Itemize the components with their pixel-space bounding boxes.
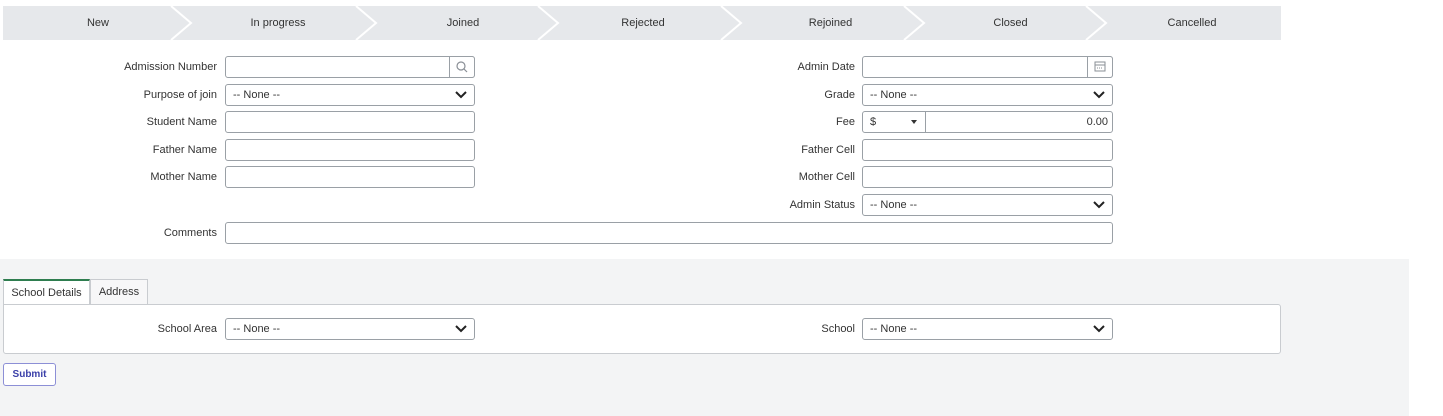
purpose-select[interactable]: -- None -- — [225, 84, 475, 106]
chevron-down-icon — [455, 325, 467, 333]
mother-name-label: Mother Name — [150, 171, 217, 183]
stage-in-progress[interactable]: In progress — [188, 6, 368, 40]
fee-label: Fee — [836, 116, 855, 128]
fee-amount-value: 0.00 — [1086, 116, 1108, 128]
purpose-label: Purpose of join — [143, 89, 217, 101]
mother-name-input[interactable] — [225, 166, 475, 188]
chevron-down-icon — [455, 91, 467, 99]
admin-status-select[interactable]: -- None -- — [862, 194, 1113, 216]
admin-date-input[interactable] — [862, 56, 1113, 78]
chevron-down-icon — [1093, 91, 1105, 99]
admission-number-label: Admission Number — [124, 61, 217, 73]
admin-status-label: Admin Status — [789, 199, 855, 211]
father-cell-input[interactable] — [862, 139, 1113, 161]
father-cell-label: Father Cell — [801, 144, 855, 156]
comments-label: Comments — [163, 227, 217, 239]
mother-cell-label: Mother Cell — [798, 171, 855, 183]
comments-input[interactable] — [225, 222, 1113, 244]
admin-date-label: Admin Date — [797, 61, 855, 73]
school-select[interactable]: -- None -- — [862, 318, 1113, 340]
grade-select[interactable]: -- None -- — [862, 84, 1113, 106]
school-label: School — [821, 323, 855, 335]
fee-currency-value: $ — [870, 116, 877, 128]
fee-currency-select[interactable]: $ — [862, 111, 926, 133]
stage-cancelled[interactable]: Cancelled — [1103, 6, 1281, 40]
father-name-label: Father Name — [152, 144, 217, 156]
school-area-select-value: -- None -- — [233, 323, 281, 335]
admission-lookup-button[interactable] — [449, 56, 475, 78]
admission-number-input[interactable] — [225, 56, 475, 78]
search-icon — [456, 61, 468, 73]
fee-amount-input[interactable]: 0.00 — [925, 111, 1113, 133]
stage-rejected[interactable]: Rejected — [553, 6, 733, 40]
chevron-down-icon — [1093, 325, 1105, 333]
father-name-input[interactable] — [225, 139, 475, 161]
grade-select-value: -- None -- — [870, 89, 918, 101]
stage-closed[interactable]: Closed — [918, 6, 1103, 40]
progress-stage-bar: New In progress Joined Rejected Rejoined… — [3, 6, 1281, 40]
student-name-label: Student Name — [146, 116, 217, 128]
student-name-input[interactable] — [225, 111, 475, 133]
tab-school-details[interactable]: School Details — [3, 279, 90, 305]
grade-label: Grade — [824, 89, 855, 101]
caret-down-icon — [911, 120, 917, 124]
chevron-down-icon — [1093, 201, 1105, 209]
purpose-select-value: -- None -- — [233, 89, 281, 101]
tab-address[interactable]: Address — [90, 279, 148, 305]
admin-status-select-value: -- None -- — [870, 199, 918, 211]
school-select-value: -- None -- — [870, 323, 918, 335]
mother-cell-input[interactable] — [862, 166, 1113, 188]
calendar-icon — [1094, 61, 1106, 72]
school-area-label: School Area — [157, 323, 217, 335]
school-area-select[interactable]: -- None -- — [225, 318, 475, 340]
date-picker-button[interactable] — [1087, 56, 1113, 78]
submit-button[interactable]: Submit — [3, 363, 56, 386]
